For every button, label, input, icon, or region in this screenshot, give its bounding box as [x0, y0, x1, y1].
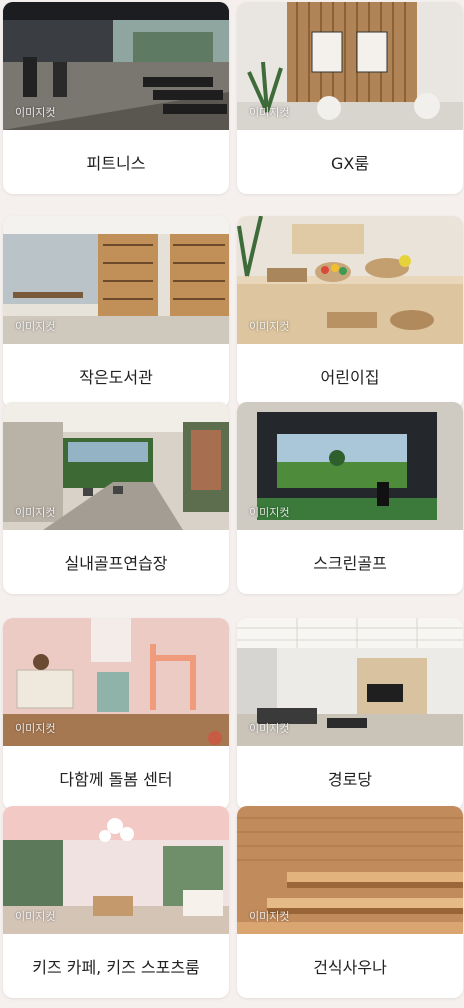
watermark-label: 이미지컷 — [15, 506, 56, 519]
watermark-label: 이미지컷 — [249, 106, 290, 119]
facility-card-fitness[interactable]: 이미지컷 피트니스 — [3, 2, 229, 194]
senior-center-image: 이미지컷 — [237, 618, 463, 746]
facility-card-indoor-golf-range[interactable]: 이미지컷 실내골프연습장 — [3, 402, 229, 594]
facility-label: 경로당 — [327, 770, 373, 789]
small-library-image: 이미지컷 — [3, 216, 229, 344]
facility-card-kids-cafe[interactable]: 이미지컷 키즈 카페, 키즈 스포츠룸 — [3, 806, 229, 998]
facility-card-screen-golf[interactable]: 이미지컷 스크린골프 — [237, 402, 463, 594]
facility-label: 실내골프연습장 — [64, 554, 168, 573]
watermark-label: 이미지컷 — [15, 910, 56, 923]
facility-label: GX룸 — [330, 154, 370, 173]
facility-card-care-center[interactable]: 이미지컷 다함께 돌봄 센터 — [3, 618, 229, 810]
dry-sauna-image: 이미지컷 — [237, 806, 463, 934]
care-center-image: 이미지컷 — [3, 618, 229, 746]
watermark-label: 이미지컷 — [249, 722, 290, 735]
gx-room-image: 이미지컷 — [237, 2, 463, 130]
indoor-golf-range-image: 이미지컷 — [3, 402, 229, 530]
facility-label: 어린이집 — [320, 368, 380, 387]
watermark-label: 이미지컷 — [249, 506, 290, 519]
watermark-label: 이미지컷 — [15, 722, 56, 735]
kids-cafe-image: 이미지컷 — [3, 806, 229, 934]
facility-label: 건식사우나 — [313, 958, 387, 977]
facility-label: 작은도서관 — [79, 368, 153, 387]
watermark-label: 이미지컷 — [15, 320, 56, 333]
facility-label: 스크린골프 — [313, 554, 387, 573]
facility-card-daycare[interactable]: 이미지컷 어린이집 — [237, 216, 463, 408]
facility-card-senior-center[interactable]: 이미지컷 경로당 — [237, 618, 463, 810]
fitness-image: 이미지컷 — [3, 2, 229, 130]
facility-label: 다함께 돌봄 센터 — [59, 770, 173, 789]
facility-card-dry-sauna[interactable]: 이미지컷 건식사우나 — [237, 806, 463, 998]
watermark-label: 이미지컷 — [249, 320, 290, 333]
screen-golf-image: 이미지컷 — [237, 402, 463, 530]
daycare-image: 이미지컷 — [237, 216, 463, 344]
facility-card-gx-room[interactable]: 이미지컷 GX룸 — [237, 2, 463, 194]
facility-label: 키즈 카페, 키즈 스포츠룸 — [32, 958, 200, 977]
watermark-label: 이미지컷 — [249, 910, 290, 923]
watermark-label: 이미지컷 — [15, 106, 56, 119]
facility-card-small-library[interactable]: 이미지컷 작은도서관 — [3, 216, 229, 408]
facility-label: 피트니스 — [86, 154, 146, 173]
